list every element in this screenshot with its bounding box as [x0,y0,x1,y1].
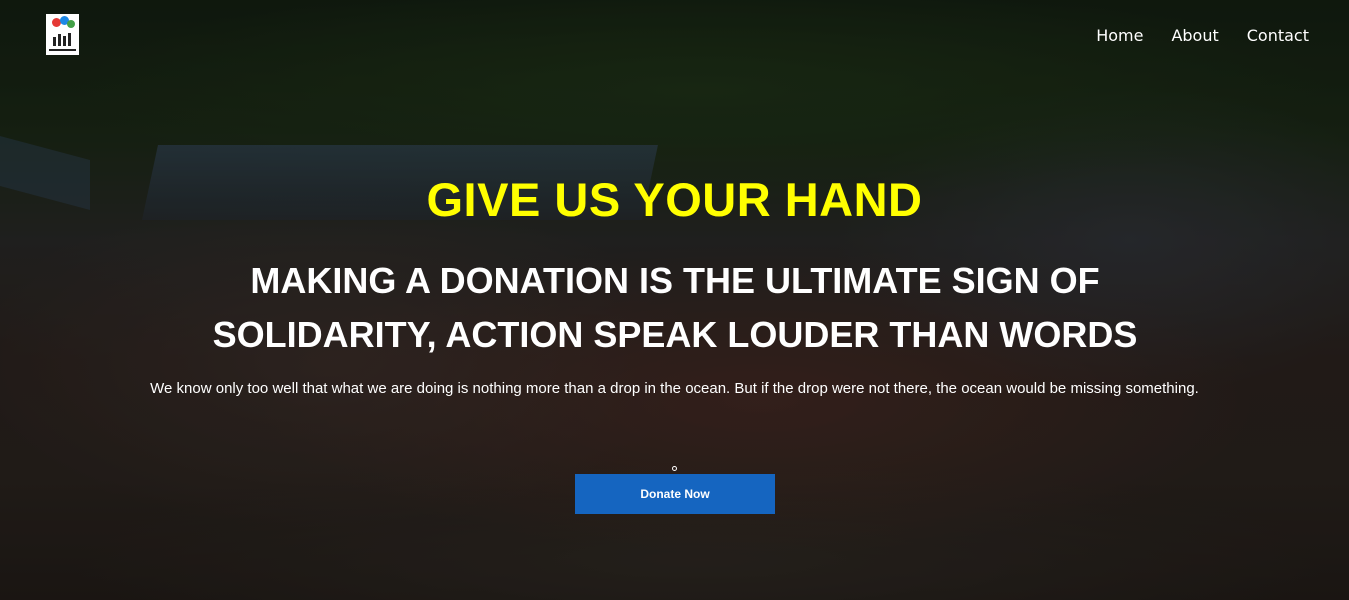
small-dot-decoration [672,466,677,471]
hero-title: GIVE US YOUR HAND [426,173,923,226]
hero-description: We know only too well that what we are d… [150,380,1199,397]
nav-contact-link[interactable]: Contact [1247,26,1309,45]
charity-hands-logo-icon[interactable] [46,14,79,55]
nav-home-link[interactable]: Home [1096,26,1143,45]
nav-about-link[interactable]: About [1171,26,1218,45]
donate-now-button[interactable]: Donate Now [575,474,775,514]
main-nav: Home About Contact [1096,26,1309,45]
hero-subtitle: MAKING A DONATION IS THE ULTIMATE SIGN O… [212,260,1138,355]
hero-section: Home About Contact GIVE US YOUR HAND MAK… [0,0,1349,600]
